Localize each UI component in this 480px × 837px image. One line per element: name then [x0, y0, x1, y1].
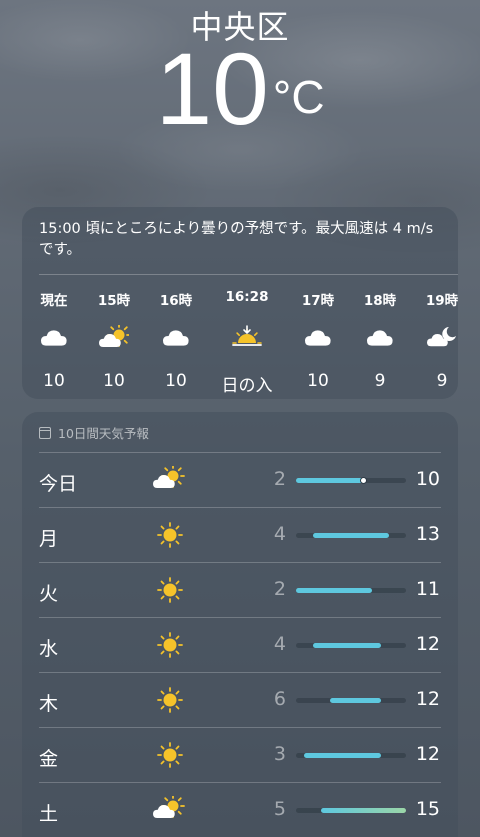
- row-divider: [39, 617, 441, 618]
- hour-value: 9: [374, 371, 386, 391]
- temp-range-fill: [321, 808, 406, 813]
- partly-sunny-icon: [153, 464, 187, 494]
- daily-forecast-card[interactable]: 10日間天気予報 今日 2 10 月 4 13 火 2 11 水 4 12 木 …: [22, 412, 458, 837]
- sun-icon: [153, 686, 187, 714]
- hourly-list[interactable]: 現在 10 15時 10 16時 10 16:28 日の入 17時 10 18時 9 19時…: [22, 289, 459, 399]
- daily-row[interactable]: 火 2 11: [22, 562, 458, 617]
- hour-label: 18時: [363, 293, 397, 309]
- hourly-forecast-card[interactable]: 15:00 頃にところにより曇りの予想です。最大風速は 4 m/s です。 現在…: [22, 207, 458, 399]
- cloud-icon: [39, 325, 69, 351]
- card-divider: [39, 274, 458, 275]
- current-temp-marker: [360, 477, 368, 484]
- hour-label: 16時: [159, 293, 193, 309]
- temperature-unit: °C: [272, 71, 325, 123]
- high-temp: 12: [415, 633, 440, 655]
- daily-title: 10日間天気予報: [58, 426, 149, 441]
- row-divider: [39, 507, 441, 508]
- hour-label: 19時: [425, 293, 459, 309]
- temp-range-fill: [312, 533, 390, 538]
- daily-row[interactable]: 木 6 12: [22, 672, 458, 727]
- low-temp: 6: [273, 688, 286, 710]
- hour-label: 16:28: [225, 289, 269, 305]
- partly-sunny-icon: [99, 323, 131, 351]
- temp-range-fill: [329, 698, 381, 703]
- partly-cloudy-night-icon: [427, 325, 457, 351]
- row-divider: [39, 452, 441, 453]
- row-divider: [39, 782, 441, 783]
- hour-value: 10: [307, 371, 329, 391]
- low-temp: 2: [273, 578, 286, 600]
- day-label: 金: [39, 748, 59, 770]
- temp-range-fill: [312, 643, 381, 648]
- daily-row[interactable]: 月 4 13: [22, 507, 458, 562]
- temp-range-bar: [296, 477, 406, 484]
- daily-row[interactable]: 金 3 12: [22, 727, 458, 782]
- high-temp: 12: [415, 688, 440, 710]
- temp-range-fill: [304, 753, 381, 758]
- day-label: 月: [39, 528, 59, 550]
- forecast-summary: 15:00 頃にところにより曇りの予想です。最大風速は 4 m/s です。: [39, 221, 434, 258]
- hour-value: 10: [165, 371, 187, 391]
- temp-range-bar: [296, 753, 406, 758]
- low-temp: 4: [273, 633, 286, 655]
- temp-range-bar: [296, 588, 406, 593]
- sunset-icon: [232, 325, 262, 351]
- sun-icon: [153, 741, 187, 769]
- temp-range-bar: [296, 698, 406, 703]
- temp-range-fill: [296, 588, 373, 593]
- temp-range-fill: [296, 478, 364, 483]
- high-temp: 11: [415, 578, 440, 600]
- high-temp: 10: [415, 468, 440, 490]
- day-label: 木: [39, 693, 59, 715]
- low-temp: 2: [273, 468, 286, 490]
- sun-icon: [153, 576, 187, 604]
- hour-value: 9: [436, 371, 448, 391]
- daily-row[interactable]: 今日 2 10: [22, 452, 458, 507]
- cloud-icon: [303, 325, 333, 351]
- hour-value: 10: [43, 371, 65, 391]
- day-label: 土: [39, 803, 59, 825]
- row-divider: [39, 562, 441, 563]
- low-temp: 3: [273, 743, 286, 765]
- high-temp: 15: [415, 798, 440, 820]
- daily-header: 10日間天気予報: [39, 423, 149, 442]
- row-divider: [39, 727, 441, 728]
- temp-range-bar: [296, 808, 406, 813]
- temp-range-bar: [296, 533, 406, 538]
- daily-row[interactable]: 水 4 12: [22, 617, 458, 672]
- temp-range-bar: [296, 643, 406, 648]
- daily-row[interactable]: 土 5 15: [22, 782, 458, 837]
- temperature-value: 10: [155, 32, 269, 146]
- low-temp: 5: [273, 798, 286, 820]
- partly-sunny-icon: [153, 794, 187, 824]
- hour-label: 15時: [97, 293, 131, 309]
- hour-value: 日の入: [221, 376, 273, 396]
- high-temp: 12: [415, 743, 440, 765]
- day-label: 火: [39, 583, 59, 605]
- hour-value: 10: [103, 371, 125, 391]
- low-temp: 4: [273, 523, 286, 545]
- hour-label: 17時: [301, 293, 335, 309]
- current-temperature: 10°C: [0, 34, 480, 144]
- row-divider: [39, 672, 441, 673]
- day-label: 今日: [39, 473, 78, 495]
- sun-icon: [153, 521, 187, 549]
- calendar-icon: [39, 426, 51, 439]
- hour-label: 現在: [40, 293, 68, 309]
- cloud-icon: [161, 325, 191, 351]
- sun-icon: [153, 631, 187, 659]
- cloud-icon: [365, 325, 395, 351]
- high-temp: 13: [415, 523, 440, 545]
- day-label: 水: [39, 638, 59, 660]
